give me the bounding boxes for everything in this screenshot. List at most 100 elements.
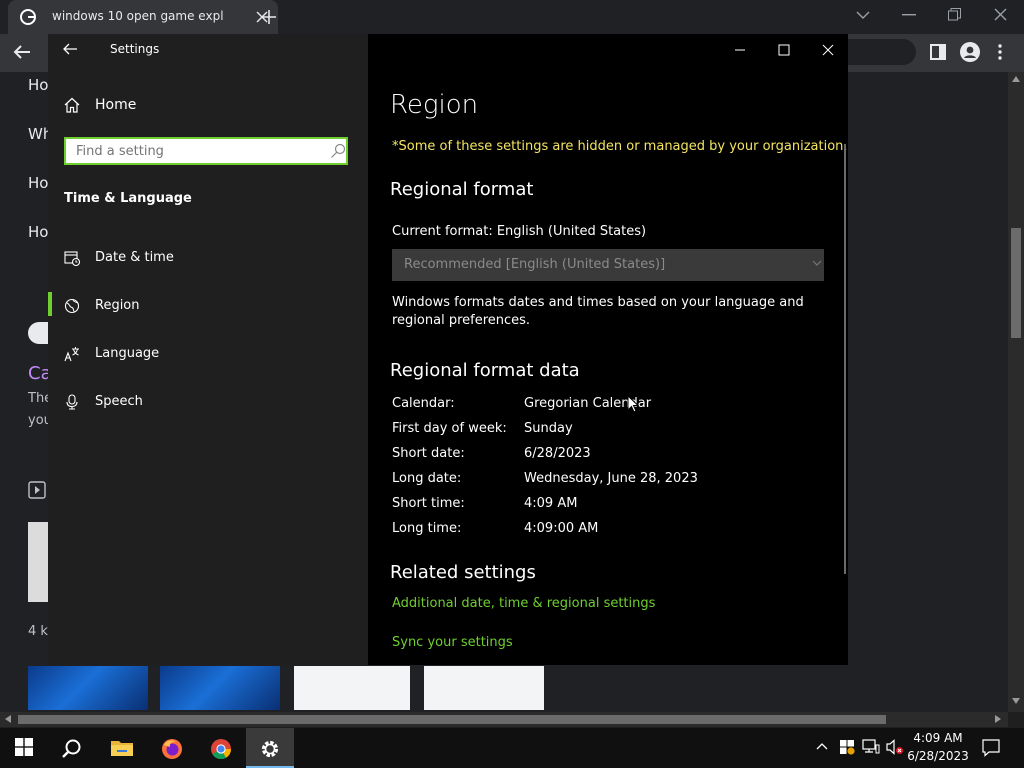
browser-tab[interactable]: windows 10 open game explorer (8, 0, 278, 34)
page-text-fragment: 4 k (28, 624, 48, 639)
action-center-icon[interactable] (982, 739, 1000, 757)
nav-home[interactable]: Home (48, 92, 368, 120)
settings-window-title: Settings (110, 42, 160, 56)
format-data-value: 6/28/2023 (524, 446, 591, 461)
format-data-value: 4:09 AM (524, 496, 578, 511)
format-data-row: Long date: Wednesday, June 28, 2023 (392, 471, 832, 491)
taskbar-clock-time[interactable]: 4:09 AM (910, 731, 966, 745)
format-data-key: Calendar: (392, 396, 455, 411)
taskbar: 4:09 AM 6/28/2023 (0, 728, 1024, 768)
nav-item-label: Date & time (95, 250, 174, 265)
content-scrollbar[interactable] (844, 144, 846, 574)
settings-content-pane: Region *Some of these settings are hidde… (368, 34, 848, 665)
related-settings-heading: Related settings (390, 562, 536, 583)
settings-search-input[interactable] (66, 139, 336, 163)
search-icon (62, 739, 81, 758)
taskbar-file-explorer[interactable] (98, 728, 146, 768)
settings-back-icon[interactable] (62, 41, 78, 57)
sync-settings-link[interactable]: Sync your settings (392, 635, 513, 650)
image-thumbnail[interactable] (294, 666, 410, 710)
page-text-fragment: Ho (28, 223, 49, 241)
region-icon (64, 298, 80, 314)
search-icon[interactable] (330, 143, 346, 159)
tab-search-chevron-icon[interactable] (856, 10, 870, 20)
chevron-down-icon (812, 259, 822, 267)
browser-back-icon[interactable] (12, 44, 32, 60)
image-thumbnail[interactable] (160, 666, 280, 710)
volume-muted-tray-icon[interactable] (886, 739, 904, 755)
side-panel-icon[interactable] (930, 44, 946, 60)
browser-tab-title: windows 10 open game explorer (52, 9, 224, 23)
format-data-row: Short date: 6/28/2023 (392, 446, 832, 466)
image-thumbnail[interactable] (28, 666, 148, 710)
scroll-right-icon[interactable] (995, 715, 1001, 723)
additional-settings-link[interactable]: Additional date, time & regional setting… (392, 596, 655, 611)
format-data-row: Calendar: Gregorian Calendar (392, 396, 832, 416)
tray-overflow-chevron-icon[interactable] (816, 742, 828, 750)
nav-item-label: Region (95, 298, 140, 313)
video-icon (28, 481, 46, 499)
window-close-button[interactable] (816, 38, 840, 62)
format-data-row: Long time: 4:09:00 AM (392, 521, 832, 541)
network-tray-icon[interactable] (862, 739, 880, 755)
nav-item-label: Speech (95, 394, 143, 409)
settings-search-box[interactable] (64, 137, 348, 165)
image-thumbnail[interactable] (424, 666, 544, 710)
taskbar-clock-date[interactable]: 6/28/2023 (906, 749, 970, 763)
window-minimize-button[interactable] (728, 38, 752, 62)
format-data-key: Short date: (392, 446, 465, 461)
chrome-icon (211, 739, 232, 760)
regional-format-dropdown[interactable]: Recommended [English (United States)] (392, 249, 824, 281)
taskbar-search-button[interactable] (48, 728, 96, 768)
browser-menu-icon[interactable] (998, 44, 1002, 60)
horizontal-scroll-thumb[interactable] (18, 715, 886, 724)
home-icon (64, 97, 80, 113)
scroll-up-icon[interactable] (1012, 76, 1020, 82)
browser-minimize-icon[interactable] (902, 14, 916, 16)
taskbar-firefox[interactable] (148, 728, 196, 768)
browser-close-icon[interactable] (994, 8, 1007, 21)
current-format-text: Current format: English (United States) (392, 224, 647, 239)
format-data-value: Sunday (524, 421, 573, 436)
format-data-key: Short time: (392, 496, 465, 511)
page-text-fragment: Ho (28, 76, 49, 94)
start-icon (15, 738, 33, 756)
speech-icon (64, 394, 80, 410)
address-bar[interactable] (848, 39, 916, 65)
firefox-icon (162, 739, 182, 759)
nav-item-region[interactable]: Region (48, 290, 368, 322)
nav-item-language[interactable]: Language (48, 338, 368, 370)
page-text-fragment: Ho (28, 174, 49, 192)
scroll-down-icon[interactable] (1012, 698, 1020, 704)
windows-security-tray-icon[interactable] (839, 739, 855, 755)
format-data-row: First day of week: Sunday (392, 421, 832, 441)
window-maximize-button[interactable] (772, 38, 796, 62)
favicon-fragment (28, 322, 48, 344)
format-data-key: Long date: (392, 471, 462, 486)
format-data-row: Short time: 4:09 AM (392, 496, 832, 516)
profile-icon[interactable] (960, 42, 980, 62)
mouse-cursor-icon (627, 395, 639, 413)
format-data-key: Long time: (392, 521, 462, 536)
taskbar-settings[interactable] (246, 728, 294, 768)
org-managed-notice: *Some of these settings are hidden or ma… (392, 139, 848, 154)
browser-restore-icon[interactable] (948, 8, 961, 21)
nav-item-date-time[interactable]: Date & time (48, 242, 368, 274)
format-data-value: Wednesday, June 28, 2023 (524, 471, 698, 486)
regional-format-dropdown-value: Recommended [English (United States)] (404, 257, 666, 272)
date-time-icon (64, 250, 80, 266)
language-icon (64, 346, 80, 362)
scroll-left-icon[interactable] (5, 715, 11, 723)
nav-home-label: Home (95, 97, 137, 113)
settings-section-heading: Time & Language (64, 191, 192, 206)
vertical-scroll-thumb[interactable] (1011, 228, 1021, 338)
regional-format-data-heading: Regional format data (390, 360, 580, 381)
format-data-value: 4:09:00 AM (524, 521, 599, 536)
regional-format-heading: Regional format (390, 179, 534, 200)
nav-item-speech[interactable]: Speech (48, 386, 368, 418)
browser-vertical-scrollbar[interactable] (1008, 72, 1024, 712)
start-button[interactable] (0, 728, 48, 768)
taskbar-chrome[interactable] (197, 728, 245, 768)
page-title: Region (390, 90, 479, 120)
new-tab-icon[interactable] (262, 10, 276, 24)
